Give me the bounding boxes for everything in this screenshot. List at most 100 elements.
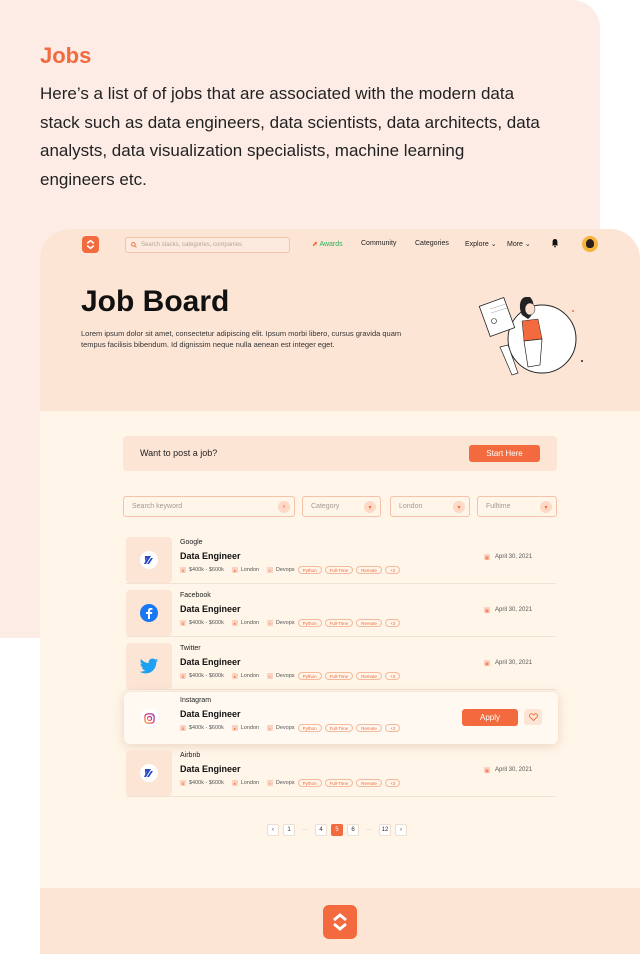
salary: $400k - $600k — [189, 673, 224, 679]
job-meta: $ $400k - $600k · ● London · ▪ Devops Python F… — [180, 779, 401, 787]
tag: Python — [297, 779, 322, 787]
job-row[interactable]: Google Data Engineer $ $400k - $600k · ● Lo… — [126, 534, 556, 584]
page-link[interactable]: 1 — [283, 824, 295, 836]
nav-awards[interactable]: ⬈ Awards — [312, 240, 343, 248]
location-icon: ● — [231, 620, 238, 626]
calendar-icon: ▦ — [484, 660, 490, 666]
location-value: London — [399, 503, 423, 510]
nav-more[interactable]: More ⌄ — [507, 240, 531, 248]
date-text: April 30, 2021 — [495, 554, 533, 560]
keyword-search-input[interactable]: Search keyword ⌕ — [123, 496, 295, 517]
location-select[interactable]: London ▾ — [390, 496, 470, 517]
next-page-button[interactable]: › — [395, 824, 407, 836]
nav-community[interactable]: Community — [361, 240, 396, 247]
tag: Python — [297, 724, 322, 732]
tag: Full-Time — [324, 724, 354, 732]
twitter-icon — [139, 658, 159, 673]
salary-icon: $ — [180, 673, 186, 679]
salary-icon: $ — [180, 620, 186, 626]
prev-page-button[interactable]: ‹ — [267, 824, 279, 836]
team: Devops — [275, 567, 295, 573]
page-link[interactable]: 6 — [347, 824, 359, 836]
location-icon: ● — [231, 780, 238, 786]
tag-more: +3 — [384, 566, 401, 574]
footer-logo[interactable] — [323, 905, 357, 939]
page-link[interactable]: 4 — [315, 824, 327, 836]
company-name: Facebook — [180, 592, 211, 599]
team-icon: ▪ — [266, 673, 273, 679]
company-logo — [126, 590, 172, 636]
salary: $400k - $600k — [189, 567, 224, 573]
job-title[interactable]: Data Engineer — [180, 604, 241, 614]
salary: $400k - $600k — [189, 725, 224, 731]
date-text: April 30, 2021 — [495, 767, 533, 773]
category-select[interactable]: Category ▾ — [302, 496, 381, 517]
footer — [40, 888, 640, 954]
company-logo — [126, 750, 172, 796]
job-title[interactable]: Data Engineer — [180, 657, 241, 667]
hero-section: Search stacks, categories, companies ⬈ A… — [40, 229, 640, 411]
team-icon: ▪ — [266, 567, 273, 573]
pagination: ‹ 1 ··· 4 5 6 ··· 12 › — [267, 824, 407, 837]
team-icon: ▪ — [266, 780, 273, 786]
site-logo[interactable] — [82, 236, 99, 253]
company-logo — [126, 695, 172, 741]
job-row-highlighted[interactable]: Instagram Data Engineer $ $400k - $600k · … — [124, 692, 558, 744]
illustration-woman-reading — [478, 297, 583, 376]
nav-awards-label: Awards — [319, 241, 343, 248]
page-link[interactable]: 12 — [379, 824, 391, 836]
stripes-logo-icon — [144, 556, 153, 564]
nav-explore[interactable]: Explore ⌄ — [465, 240, 497, 248]
salary-icon: $ — [180, 567, 186, 573]
posted-date: ▦ April 30, 2021 — [484, 607, 532, 613]
tag: Remote — [356, 724, 382, 732]
instagram-icon — [143, 712, 155, 724]
job-type-select[interactable]: Fulltime ▾ — [477, 496, 557, 517]
job-row[interactable]: Facebook Data Engineer $ $400k - $600k · ●… — [126, 587, 556, 637]
location-icon: ● — [231, 673, 238, 679]
nav-explore-label: Explore — [465, 241, 489, 248]
nav-more-label: More — [507, 241, 523, 248]
search-input[interactable]: Search stacks, categories, companies — [125, 237, 290, 253]
tag: Remote — [356, 566, 382, 574]
apply-button[interactable]: Apply — [462, 709, 518, 726]
salary-icon: $ — [180, 780, 186, 786]
team: Devops — [275, 620, 295, 626]
bell-icon[interactable] — [551, 238, 559, 248]
start-here-button[interactable]: Start Here — [469, 445, 540, 462]
nav-categories[interactable]: Categories — [415, 240, 449, 247]
company-name: Google — [180, 539, 203, 546]
avatar[interactable] — [582, 236, 598, 252]
posted-date: ▦ April 30, 2021 — [484, 554, 532, 560]
search-icon — [131, 242, 137, 248]
chevron-down-icon: ▾ — [364, 501, 376, 513]
posted-date: ▦ April 30, 2021 — [484, 660, 532, 666]
intro-title: Jobs — [40, 43, 92, 68]
salary: $400k - $600k — [189, 780, 224, 786]
save-job-button[interactable] — [524, 709, 542, 725]
tag-more: +3 — [384, 672, 401, 680]
search-icon: ⌕ — [278, 501, 290, 513]
job-title[interactable]: Data Engineer — [180, 709, 241, 719]
tag: Python — [297, 672, 322, 680]
job-title[interactable]: Data Engineer — [180, 551, 241, 561]
job-meta: $ $400k - $600k · ● London · ▪ Devops Python F… — [180, 672, 401, 680]
page-link-current[interactable]: 5 — [331, 824, 343, 836]
tag-more: +3 — [384, 724, 401, 732]
page-ellipsis: ··· — [302, 827, 308, 833]
chevron-down-icon: ▾ — [453, 501, 465, 513]
job-row[interactable]: Airbnb Data Engineer $ $400k - $600k · ● Lo… — [126, 747, 556, 797]
salary-icon: $ — [180, 725, 186, 731]
team: Devops — [275, 725, 295, 731]
tag: Full-Time — [324, 779, 354, 787]
team: Devops — [275, 673, 295, 679]
facebook-icon — [140, 604, 158, 622]
location: London — [240, 620, 260, 626]
posted-date: ▦ April 30, 2021 — [484, 767, 532, 773]
logo-icon — [333, 913, 347, 931]
job-title[interactable]: Data Engineer — [180, 764, 241, 774]
job-board-page: Search stacks, categories, companies ⬈ A… — [40, 229, 640, 954]
page-description: Lorem ipsum dolor sit amet, consectetur … — [81, 329, 402, 349]
job-row[interactable]: Twitter Data Engineer $ $400k - $600k · ● L… — [126, 640, 556, 690]
tag: Full-Time — [324, 566, 354, 574]
